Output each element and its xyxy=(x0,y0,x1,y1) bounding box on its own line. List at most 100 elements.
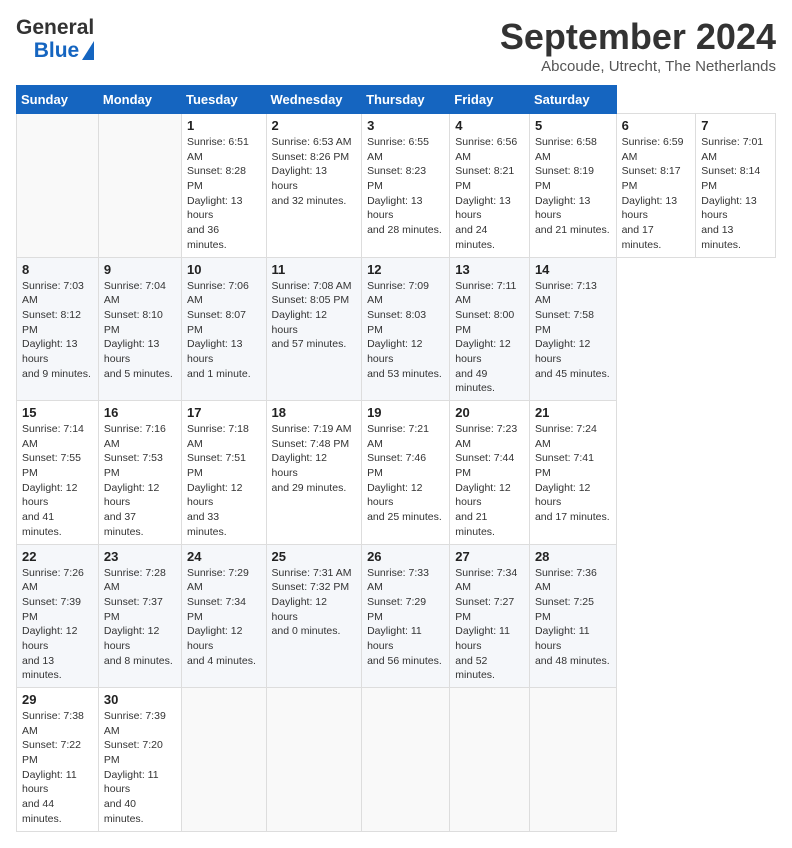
day-info: Sunrise: 7:06 AM Sunset: 8:07 PM Dayligh… xyxy=(187,279,261,382)
day-info: Sunrise: 7:01 AM Sunset: 8:14 PM Dayligh… xyxy=(701,135,770,253)
day-number: 22 xyxy=(22,549,93,564)
header: General Blue September 2024 Abcoude, Utr… xyxy=(16,16,776,75)
day-cell-26: 26Sunrise: 7:33 AM Sunset: 7:29 PM Dayli… xyxy=(362,544,450,688)
day-info: Sunrise: 7:34 AM Sunset: 7:27 PM Dayligh… xyxy=(455,566,524,684)
day-number: 20 xyxy=(455,405,524,420)
day-info: Sunrise: 7:28 AM Sunset: 7:37 PM Dayligh… xyxy=(104,566,176,669)
weekday-header-sunday: Sunday xyxy=(17,86,99,114)
day-number: 24 xyxy=(187,549,261,564)
calendar-week-3: 15 Sunrise: 7:14 AM Sunset: 7:55 PM Dayli… xyxy=(17,401,776,545)
day-number: 18 xyxy=(272,405,357,420)
calendar-week-2: 8 Sunrise: 7:03 AM Sunset: 8:12 PM Daylig… xyxy=(17,257,776,401)
day-info: Sunrise: 6:59 AM Sunset: 8:17 PM Dayligh… xyxy=(622,135,691,253)
logo-image: General Blue xyxy=(16,16,94,62)
day-number: 4 xyxy=(455,118,524,133)
day-info: Sunrise: 7:18 AM Sunset: 7:51 PM Dayligh… xyxy=(187,422,261,540)
weekday-header-thursday: Thursday xyxy=(362,86,450,114)
day-info: Sunrise: 7:04 AM Sunset: 8:10 PM Dayligh… xyxy=(104,279,176,382)
day-cell-7: 7 Sunrise: 7:01 AM Sunset: 8:14 PM Daylig… xyxy=(696,114,776,258)
day-info: Sunrise: 7:38 AM Sunset: 7:22 PM Dayligh… xyxy=(22,709,93,827)
day-number: 13 xyxy=(455,262,524,277)
day-cell-20: 20Sunrise: 7:23 AM Sunset: 7:44 PM Dayli… xyxy=(450,401,530,545)
day-info: Sunrise: 7:24 AM Sunset: 7:41 PM Dayligh… xyxy=(535,422,611,525)
day-number: 28 xyxy=(535,549,611,564)
day-cell-10: 10 Sunrise: 7:06 AM Sunset: 8:07 PM Dayli… xyxy=(181,257,266,401)
empty-cell xyxy=(529,688,616,832)
day-info: Sunrise: 7:19 AM Sunset: 7:48 PM Dayligh… xyxy=(272,422,357,495)
day-cell-25: 25Sunrise: 7:31 AM Sunset: 7:32 PM Dayli… xyxy=(266,544,362,688)
day-number: 23 xyxy=(104,549,176,564)
day-number: 17 xyxy=(187,405,261,420)
weekday-header-saturday: Saturday xyxy=(529,86,616,114)
day-number: 16 xyxy=(104,405,176,420)
day-info: Sunrise: 7:08 AM Sunset: 8:05 PM Dayligh… xyxy=(272,279,357,352)
day-cell-14: 14Sunrise: 7:13 AM Sunset: 7:58 PM Dayli… xyxy=(529,257,616,401)
location-subtitle: Abcoude, Utrecht, The Netherlands xyxy=(500,58,776,75)
day-number: 9 xyxy=(104,262,176,277)
day-number: 3 xyxy=(367,118,444,133)
day-cell-21: 21 Sunrise: 7:24 AM Sunset: 7:41 PM Dayli… xyxy=(529,401,616,545)
day-number: 6 xyxy=(622,118,691,133)
day-info: Sunrise: 6:53 AM Sunset: 8:26 PM Dayligh… xyxy=(272,135,357,208)
day-number: 30 xyxy=(104,692,176,707)
day-cell-28: 28 Sunrise: 7:36 AM Sunset: 7:25 PM Dayli… xyxy=(529,544,616,688)
day-cell-6: 6 Sunrise: 6:59 AM Sunset: 8:17 PM Daylig… xyxy=(616,114,696,258)
day-cell-16: 16Sunrise: 7:16 AM Sunset: 7:53 PM Dayli… xyxy=(98,401,181,545)
day-number: 7 xyxy=(701,118,770,133)
day-cell-12: 12 Sunrise: 7:09 AM Sunset: 8:03 PM Dayli… xyxy=(362,257,450,401)
empty-cell xyxy=(266,688,362,832)
empty-cell xyxy=(17,114,99,258)
day-info: Sunrise: 7:11 AM Sunset: 8:00 PM Dayligh… xyxy=(455,279,524,397)
logo: General Blue xyxy=(16,16,94,62)
day-info: Sunrise: 7:03 AM Sunset: 8:12 PM Dayligh… xyxy=(22,279,93,382)
day-cell-22: 22 Sunrise: 7:26 AM Sunset: 7:39 PM Dayli… xyxy=(17,544,99,688)
day-cell-4: 4 Sunrise: 6:56 AM Sunset: 8:21 PM Daylig… xyxy=(450,114,530,258)
day-number: 26 xyxy=(367,549,444,564)
day-cell-19: 19Sunrise: 7:21 AM Sunset: 7:46 PM Dayli… xyxy=(362,401,450,545)
day-info: Sunrise: 7:36 AM Sunset: 7:25 PM Dayligh… xyxy=(535,566,611,669)
day-number: 1 xyxy=(187,118,261,133)
weekday-header-friday: Friday xyxy=(450,86,530,114)
day-cell-3: 3Sunrise: 6:55 AM Sunset: 8:23 PM Daylig… xyxy=(362,114,450,258)
day-cell-11: 11 Sunrise: 7:08 AM Sunset: 8:05 PM Dayli… xyxy=(266,257,362,401)
day-cell-30: 30Sunrise: 7:39 AM Sunset: 7:20 PM Dayli… xyxy=(98,688,181,832)
day-number: 8 xyxy=(22,262,93,277)
day-info: Sunrise: 7:21 AM Sunset: 7:46 PM Dayligh… xyxy=(367,422,444,525)
day-info: Sunrise: 6:58 AM Sunset: 8:19 PM Dayligh… xyxy=(535,135,611,238)
title-area: September 2024 Abcoude, Utrecht, The Net… xyxy=(500,16,776,75)
day-number: 12 xyxy=(367,262,444,277)
day-number: 2 xyxy=(272,118,357,133)
weekday-header-wednesday: Wednesday xyxy=(266,86,362,114)
day-number: 27 xyxy=(455,549,524,564)
calendar-week-4: 22 Sunrise: 7:26 AM Sunset: 7:39 PM Dayli… xyxy=(17,544,776,688)
calendar-week-1: 1 Sunrise: 6:51 AM Sunset: 8:28 PM Daylig… xyxy=(17,114,776,258)
day-number: 11 xyxy=(272,262,357,277)
day-number: 5 xyxy=(535,118,611,133)
day-cell-9: 9 Sunrise: 7:04 AM Sunset: 8:10 PM Daylig… xyxy=(98,257,181,401)
day-cell-8: 8 Sunrise: 7:03 AM Sunset: 8:12 PM Daylig… xyxy=(17,257,99,401)
day-info: Sunrise: 7:26 AM Sunset: 7:39 PM Dayligh… xyxy=(22,566,93,684)
weekday-header-tuesday: Tuesday xyxy=(181,86,266,114)
calendar-table: SundayMondayTuesdayWednesdayThursdayFrid… xyxy=(16,85,776,832)
month-title: September 2024 xyxy=(500,16,776,58)
day-cell-15: 15 Sunrise: 7:14 AM Sunset: 7:55 PM Dayli… xyxy=(17,401,99,545)
weekday-header-row: SundayMondayTuesdayWednesdayThursdayFrid… xyxy=(17,86,776,114)
empty-cell xyxy=(450,688,530,832)
day-cell-23: 23 Sunrise: 7:28 AM Sunset: 7:37 PM Dayli… xyxy=(98,544,181,688)
day-number: 29 xyxy=(22,692,93,707)
day-info: Sunrise: 6:51 AM Sunset: 8:28 PM Dayligh… xyxy=(187,135,261,253)
day-cell-29: 29 Sunrise: 7:38 AM Sunset: 7:22 PM Dayli… xyxy=(17,688,99,832)
empty-cell xyxy=(98,114,181,258)
day-info: Sunrise: 6:56 AM Sunset: 8:21 PM Dayligh… xyxy=(455,135,524,253)
day-number: 25 xyxy=(272,549,357,564)
day-info: Sunrise: 7:09 AM Sunset: 8:03 PM Dayligh… xyxy=(367,279,444,382)
day-cell-1: 1 Sunrise: 6:51 AM Sunset: 8:28 PM Daylig… xyxy=(181,114,266,258)
day-cell-18: 18 Sunrise: 7:19 AM Sunset: 7:48 PM Dayli… xyxy=(266,401,362,545)
day-number: 15 xyxy=(22,405,93,420)
day-cell-5: 5 Sunrise: 6:58 AM Sunset: 8:19 PM Daylig… xyxy=(529,114,616,258)
day-cell-24: 24Sunrise: 7:29 AM Sunset: 7:34 PM Dayli… xyxy=(181,544,266,688)
day-number: 10 xyxy=(187,262,261,277)
day-number: 21 xyxy=(535,405,611,420)
day-info: Sunrise: 7:14 AM Sunset: 7:55 PM Dayligh… xyxy=(22,422,93,540)
day-cell-2: 2 Sunrise: 6:53 AM Sunset: 8:26 PM Daylig… xyxy=(266,114,362,258)
